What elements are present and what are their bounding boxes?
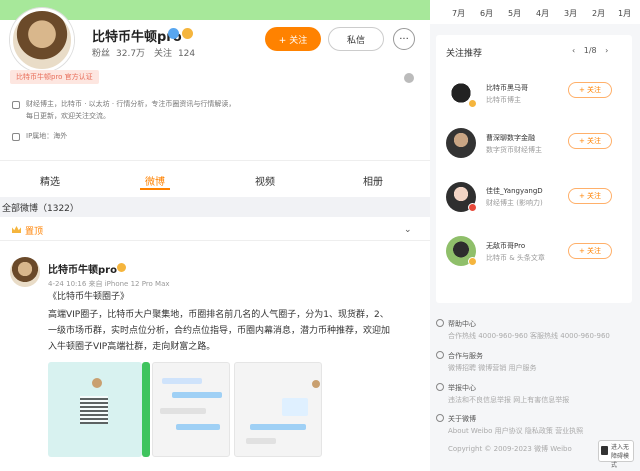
location-icon xyxy=(12,133,20,141)
post-body-line: 高端VIP圈子，比特币大户聚集地，币圈排名前几名的人气圈子，分为1、现货群，2、 xyxy=(48,310,389,320)
page-indicator: 1/8 xyxy=(583,46,597,55)
fans-label: 粉丝 xyxy=(92,49,111,59)
chevron-right-icon[interactable]: › xyxy=(605,46,608,55)
tab-featured[interactable]: 精选 xyxy=(40,173,60,188)
month-tab[interactable]: 2月 xyxy=(592,8,605,19)
footer-title[interactable]: 关于微博 xyxy=(448,414,476,424)
following-count[interactable]: 124 xyxy=(178,49,195,59)
month-tab[interactable]: 6月 xyxy=(480,8,493,19)
chat-bubble xyxy=(162,378,202,384)
follow-button[interactable]: + 关注 xyxy=(265,27,321,51)
help-icon xyxy=(436,319,444,327)
divider xyxy=(0,160,430,161)
message-button[interactable]: 私信 xyxy=(328,27,384,51)
footer-text[interactable]: 合作热线 4000-960-960 客服热线 4000-960-960 xyxy=(448,331,628,341)
ip-location: IP属地：海外 xyxy=(26,132,68,140)
copyright: Copyright © 2009-2023 微博 Weibo xyxy=(448,445,572,453)
chat-bubble xyxy=(176,424,220,430)
month-tab[interactable]: 5月 xyxy=(508,8,521,19)
rec-desc: 比特币 & 头条文章 xyxy=(486,254,545,262)
chat-image xyxy=(282,398,308,416)
recommendation-pager: ‹ 1/8 › xyxy=(572,46,608,55)
rec-follow-button[interactable]: + 关注 xyxy=(568,82,612,98)
certification-badge: 比特币牛顿pro 官方认证 xyxy=(10,70,99,84)
bio-line: 财经博主，比特币 · 以太坊 · 行情分析，专注币圈资讯与行情解读， xyxy=(26,100,236,108)
post-meta: 4-24 10:16 来自 iPhone 12 Pro Max xyxy=(48,280,170,288)
profile-stats: 粉丝 32.7万 关注 124 xyxy=(92,46,201,59)
month-tab[interactable]: 7月 xyxy=(452,8,465,19)
footer-text[interactable]: About Weibo 用户协议 隐私政策 营业执照 xyxy=(448,426,598,436)
avatar xyxy=(92,378,102,388)
tab-weibo[interactable]: 微博 xyxy=(145,173,165,188)
post-body-line: 入牛顿圈子VIP高端社群，走向财富之路。 xyxy=(48,342,216,352)
month-tab[interactable]: 3月 xyxy=(564,8,577,19)
post-body-line: 一级市场币群，实时点位分析，合约点位指导，币圈内幕消息，潜力币种推荐，欢迎加 xyxy=(48,326,391,336)
medal-icon xyxy=(182,28,193,39)
verified-icon xyxy=(168,28,179,39)
rec-desc: 数字货币财经博主 xyxy=(486,146,542,154)
profile-bio: 财经博主，比特币 · 以太坊 · 行情分析，专注币圈资讯与行情解读， 每日更新，… xyxy=(26,98,416,122)
following-label: 关注 xyxy=(153,49,172,59)
month-tab[interactable]: 1月 xyxy=(618,8,631,19)
rec-name[interactable]: 无敌币哥Pro xyxy=(486,241,562,251)
medal-icon xyxy=(117,263,126,272)
rec-name[interactable]: 佳佳_YangyangD xyxy=(486,186,562,196)
rec-desc: 比特币博主 xyxy=(486,96,521,104)
month-tab[interactable]: 4月 xyxy=(536,8,549,19)
footer-title[interactable]: 举报中心 xyxy=(448,383,476,393)
pinned-row xyxy=(0,219,430,241)
chevron-down-icon[interactable]: ⌄ xyxy=(404,225,412,235)
verified-badge-icon xyxy=(468,257,477,266)
footer-text[interactable]: 微博招聘 微博营销 用户服务 xyxy=(448,363,628,373)
tab-album[interactable]: 相册 xyxy=(363,173,383,188)
more-options-button[interactable]: ··· xyxy=(393,28,415,50)
recommendation-title: 关注推荐 xyxy=(446,49,483,59)
accessibility-icon xyxy=(601,446,608,455)
rec-follow-button[interactable]: + 关注 xyxy=(568,243,612,259)
info-icon xyxy=(12,101,20,109)
verified-badge-icon xyxy=(468,203,477,212)
service-icon xyxy=(436,351,444,359)
tab-video[interactable]: 视频 xyxy=(255,173,275,188)
all-posts-title: 全部微博（1322） xyxy=(2,204,79,214)
collapse-icon[interactable] xyxy=(404,73,414,83)
rec-desc: 财经博主 (影响力) xyxy=(486,199,543,207)
post-title-line: 《比特币牛顿圈子》 xyxy=(48,292,130,302)
pinned-label: 置顶 xyxy=(25,227,44,237)
report-icon xyxy=(436,383,444,391)
rec-follow-button[interactable]: + 关注 xyxy=(568,188,612,204)
post-image[interactable] xyxy=(142,362,150,457)
avatar xyxy=(312,380,320,388)
chevron-left-icon[interactable]: ‹ xyxy=(572,46,575,55)
footer-title[interactable]: 帮助中心 xyxy=(448,319,476,329)
qr-code-image xyxy=(80,396,108,424)
rec-name[interactable]: 曹深聊数字金融 xyxy=(486,133,562,143)
chat-bubble xyxy=(160,408,206,414)
rec-follow-button[interactable]: + 关注 xyxy=(568,133,612,149)
post-avatar[interactable] xyxy=(10,257,40,287)
footer-text[interactable]: 违法和不良信息举报 网上有害信息举报 xyxy=(448,395,628,405)
chat-bubble xyxy=(250,424,306,430)
about-icon xyxy=(436,414,444,422)
chat-bubble xyxy=(246,438,276,444)
active-tab-indicator xyxy=(140,188,170,190)
rec-avatar[interactable] xyxy=(446,128,476,158)
footer-title[interactable]: 合作与服务 xyxy=(448,351,483,361)
profile-avatar[interactable] xyxy=(10,8,74,72)
verified-badge-icon xyxy=(468,99,477,108)
bio-line: 每日更新，欢迎关注交流。 xyxy=(26,112,110,120)
fans-count[interactable]: 32.7万 xyxy=(116,49,145,59)
chat-bubble xyxy=(172,392,222,398)
rec-name[interactable]: 比特币黑马哥 xyxy=(486,83,562,93)
post-author[interactable]: 比特币牛顿pro xyxy=(48,261,117,276)
